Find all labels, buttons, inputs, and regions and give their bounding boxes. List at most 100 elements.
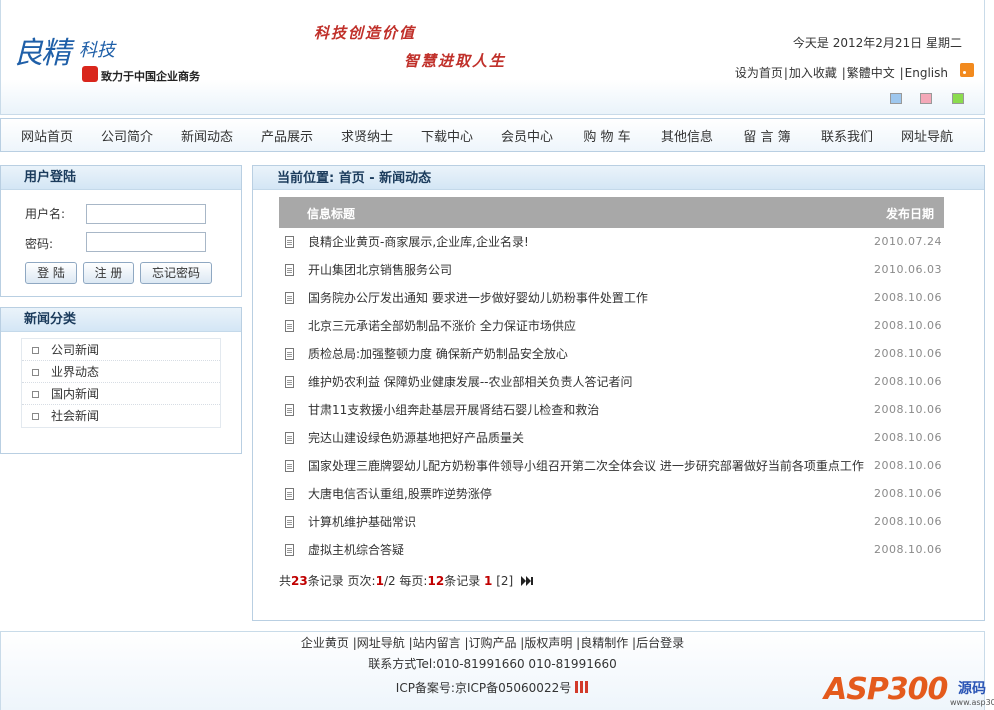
news-date: 2008.10.06 [874, 319, 942, 332]
page-2-link[interactable]: [2] [496, 574, 513, 588]
nav-members[interactable]: 会员中心 [487, 126, 567, 145]
document-icon [285, 292, 294, 304]
table-row: 计算机维护基础常识 2008.10.06 [279, 508, 944, 536]
document-icon [285, 320, 294, 332]
slogan-line-2: 智慧进取人生 [404, 52, 507, 70]
table-row: 完达山建设绿色奶源基地把好产品质量关 2008.10.06 [279, 424, 944, 452]
table-row: 北京三元承诺全部奶制品不涨价 全力保证市场供应 2008.10.06 [279, 312, 944, 340]
news-list: 良精企业黄页-商家展示,企业库,企业名录! 2010.07.24 开山集团北京销售… [279, 228, 944, 564]
current-date: 今天是 2012年2月21日 星期二 [792, 36, 962, 50]
category-list: 公司新闻 业界动态 国内新闻 社会新闻 [21, 338, 221, 428]
icp-badge-icon[interactable] [575, 681, 590, 693]
category-title: 新闻分类 [1, 308, 241, 332]
news-title-link[interactable]: 开山集团北京销售服务公司 [308, 256, 452, 284]
news-date: 2008.10.06 [874, 375, 942, 388]
watermark-logo: ASP300 源码 www.asp300.com [822, 660, 994, 710]
nav-jobs[interactable]: 求贤纳士 [327, 126, 407, 145]
forgot-password-button[interactable]: 忘记密码 [140, 262, 212, 284]
table-row: 国务院办公厅发出通知 要求进一步做好婴幼儿奶粉事件处置工作 2008.10.06 [279, 284, 944, 312]
pagination: 共23条记录 页次:1/2 每页:12条记录 1 [2] [279, 572, 533, 589]
news-title-link[interactable]: 大唐电信否认重组,股票昨逆势涨停 [308, 480, 492, 508]
total-records: 23 [291, 574, 308, 588]
news-title-link[interactable]: 虚拟主机综合答疑 [308, 536, 404, 564]
document-icon [285, 460, 294, 472]
category-item-company[interactable]: 公司新闻 [22, 339, 220, 361]
link-separator: | [783, 66, 788, 80]
document-icon [285, 348, 294, 360]
pager-text: /2 每页: [383, 574, 428, 588]
username-input[interactable] [86, 204, 206, 224]
news-title-link[interactable]: 北京三元承诺全部奶制品不涨价 全力保证市场供应 [308, 312, 576, 340]
news-date: 2010.07.24 [874, 235, 942, 248]
theme-blue-swatch[interactable] [890, 93, 902, 104]
watermark-url: www.asp300.com [950, 698, 994, 707]
document-icon [285, 404, 294, 416]
nav-guestbook[interactable]: 留 言 簿 [727, 126, 807, 145]
news-title-link[interactable]: 国家处理三鹿牌婴幼儿配方奶粉事件领导小组召开第二次全体会议 进一步研究部署做好当… [308, 452, 864, 480]
nav-other[interactable]: 其他信息 [647, 126, 727, 145]
logo-mark-icon [82, 66, 98, 82]
category-label: 公司新闻 [51, 343, 100, 357]
site-header: 良精 科技 致力于中国企业商务 科技创造价值 智慧进取人生 今天是 2012年2… [0, 0, 985, 115]
rss-icon[interactable] [960, 63, 974, 77]
register-button[interactable]: 注 册 [83, 262, 134, 284]
nav-products[interactable]: 产品展示 [247, 126, 327, 145]
category-label: 国内新闻 [51, 387, 100, 401]
table-row: 良精企业黄页-商家展示,企业库,企业名录! 2010.07.24 [279, 228, 944, 256]
logo-sub-text: 科技 [79, 40, 115, 61]
footer-links[interactable]: 企业黄页 |网址导航 |站内留言 |订购产品 |版权声明 |良精制作 |后台登录 [1, 634, 984, 651]
document-icon [285, 488, 294, 500]
news-title-link[interactable]: 质检总局:加强整顿力度 确保新产奶制品安全放心 [308, 340, 568, 368]
nav-downloads[interactable]: 下载中心 [407, 126, 487, 145]
news-title-link[interactable]: 维护奶农利益 保障奶业健康发展--农业部相关负责人答记者问 [308, 368, 632, 396]
theme-red-swatch[interactable] [920, 93, 932, 104]
column-date-header: 发布日期 [885, 207, 934, 221]
document-icon [285, 376, 294, 388]
news-title-link[interactable]: 完达山建设绿色奶源基地把好产品质量关 [308, 424, 524, 452]
news-main-panel: 当前位置: 首页 - 新闻动态 信息标题 发布日期 良精企业黄页-商家展示,企业… [252, 165, 985, 621]
login-panel: 用户登陆 用户名: 密码: 登 陆 注 册 忘记密码 [0, 165, 242, 297]
english-link[interactable]: English [905, 66, 948, 80]
pager-text: 条记录 [444, 574, 485, 588]
category-item-society[interactable]: 社会新闻 [22, 405, 220, 427]
square-bullet-icon [32, 347, 39, 354]
traditional-chinese-link[interactable]: 繁體中文 [847, 66, 895, 80]
table-row: 开山集团北京销售服务公司 2010.06.03 [279, 256, 944, 284]
news-date: 2008.10.06 [874, 347, 942, 360]
table-row: 虚拟主机综合答疑 2008.10.06 [279, 536, 944, 564]
page-1-link[interactable]: 1 [484, 574, 492, 588]
per-page-count: 12 [427, 574, 445, 588]
document-icon [285, 264, 294, 276]
login-title: 用户登陆 [1, 166, 241, 190]
nav-sitemap[interactable]: 网址导航 [887, 126, 967, 145]
square-bullet-icon [32, 369, 39, 376]
news-date: 2008.10.06 [874, 403, 942, 416]
news-title-link[interactable]: 良精企业黄页-商家展示,企业库,企业名录! [308, 228, 529, 256]
add-favorite-link[interactable]: 加入收藏 [789, 66, 837, 80]
category-item-industry[interactable]: 业界动态 [22, 361, 220, 383]
site-logo[interactable]: 良精 科技 致力于中国企业商务 [13, 28, 233, 86]
table-row: 维护奶农利益 保障奶业健康发展--农业部相关负责人答记者问 2008.10.06 [279, 368, 944, 396]
news-date: 2008.10.06 [874, 515, 942, 528]
nav-about[interactable]: 公司简介 [87, 126, 167, 145]
news-title-link[interactable]: 国务院办公厅发出通知 要求进一步做好婴幼儿奶粉事件处置工作 [308, 284, 648, 312]
slogan-line-1: 科技创造价值 [314, 24, 417, 42]
set-homepage-link[interactable]: 设为首页 [735, 66, 783, 80]
pager-text: 条记录 页次: [307, 574, 376, 588]
news-list-header: 信息标题 发布日期 [279, 197, 944, 228]
password-input[interactable] [86, 232, 206, 252]
news-date: 2008.10.06 [874, 487, 942, 500]
category-item-domestic[interactable]: 国内新闻 [22, 383, 220, 405]
nav-home[interactable]: 网站首页 [7, 126, 87, 145]
login-button[interactable]: 登 陆 [25, 262, 77, 284]
news-date: 2010.06.03 [874, 263, 942, 276]
theme-green-swatch[interactable] [952, 93, 964, 104]
table-row: 质检总局:加强整顿力度 确保新产奶制品安全放心 2008.10.06 [279, 340, 944, 368]
nav-news[interactable]: 新闻动态 [167, 126, 247, 145]
nav-contact[interactable]: 联系我们 [807, 126, 887, 145]
news-title-link[interactable]: 甘肃11支救援小组奔赴基层开展肾结石婴儿检查和救治 [308, 396, 599, 424]
last-page-icon[interactable] [521, 576, 533, 586]
news-title-link[interactable]: 计算机维护基础常识 [308, 508, 416, 536]
nav-cart[interactable]: 购 物 车 [567, 126, 647, 145]
table-row: 大唐电信否认重组,股票昨逆势涨停 2008.10.06 [279, 480, 944, 508]
